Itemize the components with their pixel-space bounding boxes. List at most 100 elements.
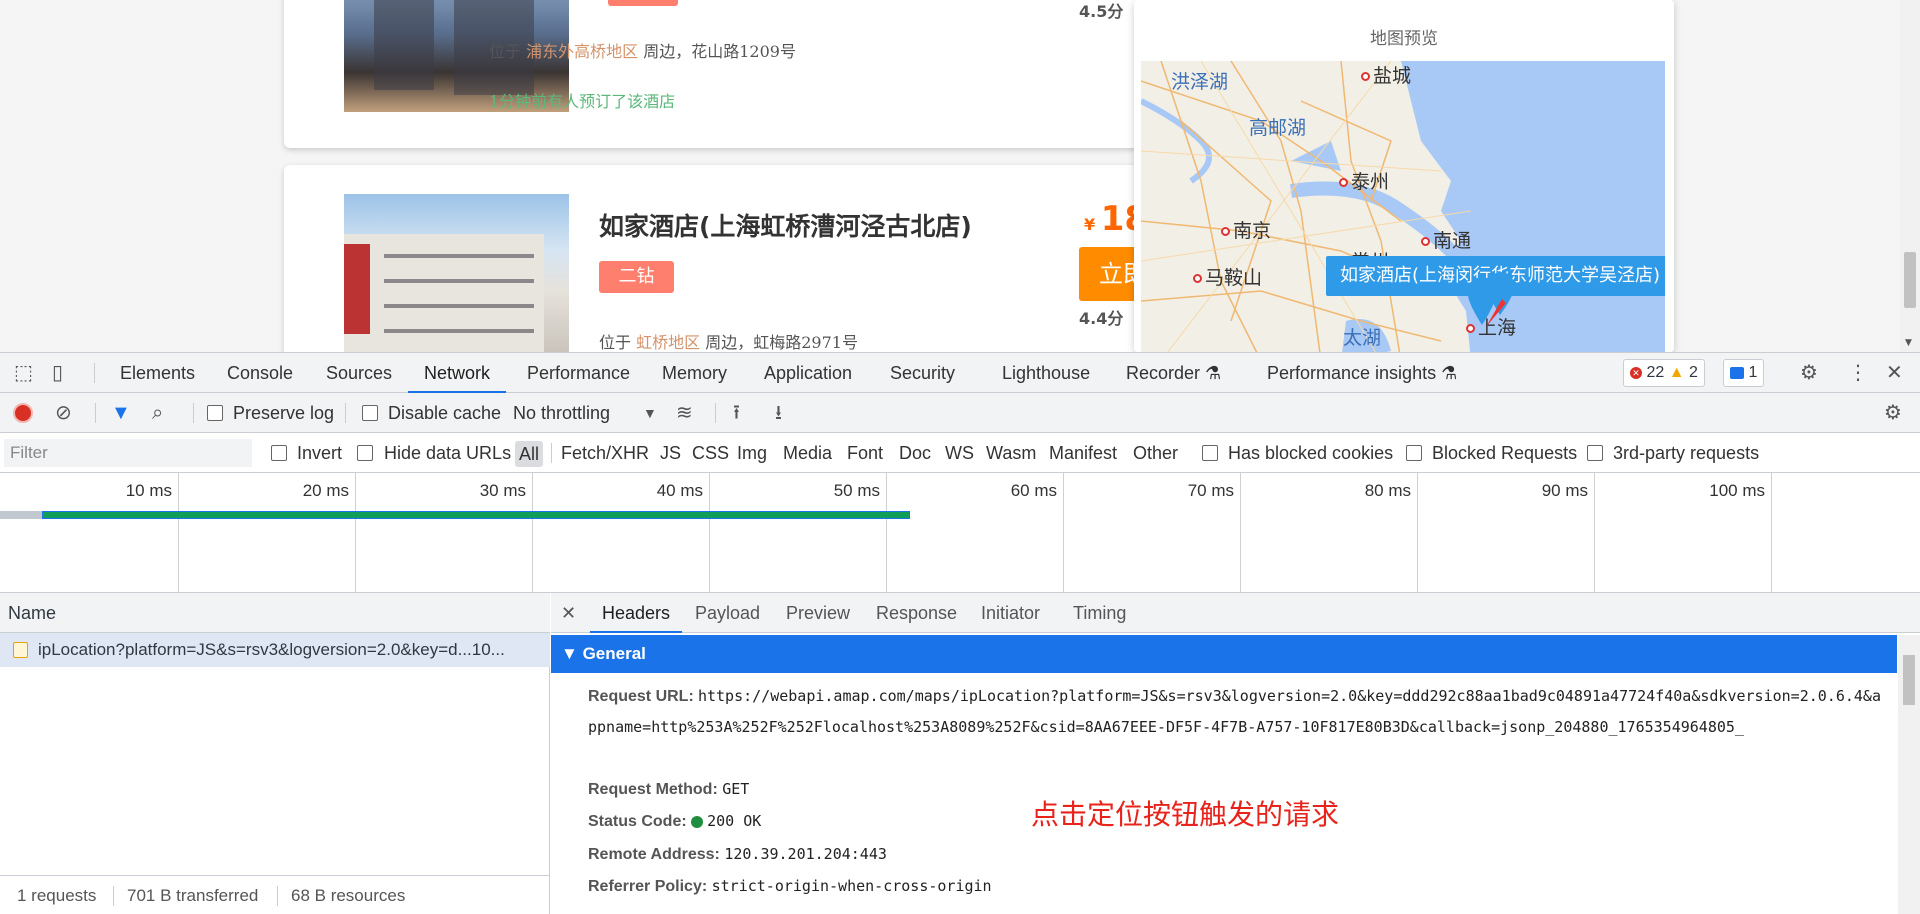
city-label: 南通 — [1421, 226, 1471, 253]
record-icon[interactable] — [13, 403, 33, 423]
invert-label[interactable]: Invert — [297, 433, 342, 473]
tab-console[interactable]: Console — [227, 353, 293, 393]
export-har-icon[interactable]: ⭳ — [775, 393, 782, 433]
filter-icon[interactable]: ▼ — [111, 393, 131, 433]
general-section-header[interactable]: ▼ General — [551, 635, 1897, 673]
hide-data-urls-label[interactable]: Hide data URLs — [384, 433, 511, 473]
filter-input[interactable]: Filter — [4, 439, 252, 467]
invert-checkbox[interactable] — [271, 445, 287, 461]
request-row[interactable]: ipLocation?platform=JS&s=rsv3&logversion… — [0, 633, 550, 667]
timeline-tick-label: 30 ms — [479, 481, 526, 500]
disable-cache-label[interactable]: Disable cache — [388, 393, 501, 433]
filter-type-manifest[interactable]: Manifest — [1049, 433, 1117, 473]
tab-preview[interactable]: Preview — [786, 593, 850, 633]
hotel-card[interactable]: 位于 浦东外高桥地区 周边，花山路1209号 1分钟前有人预订了该酒店 4.5分 — [284, 0, 1164, 148]
inspect-element-icon[interactable]: ⬚ — [14, 353, 33, 393]
tab-response[interactable]: Response — [876, 593, 957, 633]
timeline-overview[interactable]: 10 ms 20 ms 30 ms 40 ms 50 ms 60 ms 70 ms 80 ms… — [0, 473, 1920, 593]
blocked-requests-checkbox[interactable] — [1406, 445, 1422, 461]
device-toolbar-icon[interactable]: ▯ — [52, 353, 63, 393]
tab-security[interactable]: Security — [890, 353, 955, 393]
chevron-down-icon[interactable]: ▼ — [643, 393, 657, 433]
filter-type-img[interactable]: Img — [737, 433, 767, 473]
request-count: 1 requests — [17, 886, 97, 905]
filter-type-css[interactable]: CSS — [692, 433, 729, 473]
transferred-size: 701 B transferred — [127, 886, 259, 905]
web-page: 位于 浦东外高桥地区 周边，花山路1209号 1分钟前有人预订了该酒店 4.5分… — [0, 0, 1920, 352]
search-icon[interactable]: ⌕ — [152, 393, 163, 433]
requests-list: Name ipLocation?platform=JS&s=rsv3&logve… — [0, 593, 550, 914]
network-conditions-icon[interactable]: ≋ — [676, 393, 693, 433]
tab-network[interactable]: Network — [408, 353, 507, 393]
filter-type-ws[interactable]: WS — [945, 433, 974, 473]
hotel-name[interactable]: 如家酒店(上海虹桥漕河泾古北店) — [599, 207, 972, 243]
tab-payload[interactable]: Payload — [695, 593, 760, 633]
timeline-gridline — [532, 473, 533, 593]
clear-icon[interactable]: ⊘ — [55, 393, 72, 433]
tab-recorder[interactable]: Recorder ⚗ — [1126, 353, 1221, 393]
details-scrollbar[interactable] — [1898, 635, 1920, 914]
request-url-value: https://webapi.amap.com/maps/ipLocation?… — [588, 687, 1881, 736]
tab-initiator[interactable]: Initiator — [981, 593, 1040, 633]
tab-sources[interactable]: Sources — [326, 353, 392, 393]
map-marker-icon[interactable] — [1456, 255, 1536, 335]
preserve-log-label[interactable]: Preserve log — [233, 393, 334, 433]
hotel-card[interactable]: 如家酒店(上海虹桥漕河泾古北店) 二钻 位于 虹桥地区 周边，虹梅路2971号 … — [284, 165, 1164, 352]
hotel-address: 位于 浦东外高桥地区 周边，花山路1209号 — [489, 42, 796, 61]
tab-performance-insights[interactable]: Performance insights ⚗ — [1267, 353, 1457, 393]
tab-application[interactable]: Application — [764, 353, 852, 393]
tab-performance[interactable]: Performance — [527, 353, 630, 393]
filter-type-fetch-xhr[interactable]: Fetch/XHR — [561, 433, 649, 473]
timeline-gridline — [1594, 473, 1595, 593]
disable-cache-checkbox[interactable] — [362, 405, 378, 421]
timeline-gridline — [1240, 473, 1241, 593]
network-settings-gear-icon[interactable]: ⚙ — [1884, 393, 1902, 433]
scrollbar-thumb[interactable] — [1904, 252, 1916, 308]
scroll-down-icon[interactable]: ▼ — [1905, 338, 1912, 348]
third-party-label[interactable]: 3rd-party requests — [1613, 433, 1759, 473]
filter-type-media[interactable]: Media — [783, 433, 832, 473]
tab-elements[interactable]: Elements — [120, 353, 195, 393]
blocked-cookies-label[interactable]: Has blocked cookies — [1228, 433, 1393, 473]
timeline-tick-label: 90 ms — [1541, 481, 1588, 500]
filter-type-font[interactable]: Font — [847, 433, 883, 473]
tab-headers[interactable]: Headers — [590, 593, 683, 633]
hotel-image[interactable] — [344, 194, 569, 352]
filter-type-js[interactable]: JS — [660, 433, 681, 473]
filter-type-other[interactable]: Other — [1133, 433, 1178, 473]
third-party-checkbox[interactable] — [1587, 445, 1603, 461]
preserve-log-checkbox[interactable] — [207, 405, 223, 421]
map-title: 地图预览 — [1370, 29, 1438, 49]
blocked-cookies-checkbox[interactable] — [1202, 445, 1218, 461]
close-details-icon[interactable]: ✕ — [561, 593, 576, 633]
page-scrollbar[interactable]: ▼ — [1900, 0, 1920, 352]
messages-counter[interactable]: 1 — [1723, 359, 1765, 387]
tab-memory[interactable]: Memory — [662, 353, 727, 393]
timeline-gridline — [1417, 473, 1418, 593]
request-name: ipLocation?platform=JS&s=rsv3&logversion… — [38, 640, 505, 659]
hide-data-urls-checkbox[interactable] — [357, 445, 373, 461]
blocked-requests-label[interactable]: Blocked Requests — [1432, 433, 1577, 473]
map[interactable]: 洪泽湖 高邮湖 太湖 盐城 泰州 南京 南通 马鞍山 常州 上海 如家酒店(上海… — [1141, 61, 1665, 352]
filter-type-wasm[interactable]: Wasm — [986, 433, 1036, 473]
issues-counter[interactable]: ✕ 22 ▲ 2 — [1623, 359, 1705, 387]
city-label: 泰州 — [1339, 167, 1389, 194]
throttling-select[interactable]: No throttling — [513, 393, 610, 433]
tab-lighthouse[interactable]: Lighthouse — [1002, 353, 1090, 393]
timeline-tick-label: 70 ms — [1187, 481, 1234, 500]
settings-gear-icon[interactable]: ⚙ — [1800, 353, 1818, 393]
name-column-header[interactable]: Name — [0, 593, 550, 633]
timeline-gridline — [709, 473, 710, 593]
import-har-icon[interactable]: ⭱ — [733, 393, 740, 433]
close-icon[interactable]: ✕ — [1886, 353, 1903, 393]
scrollbar-thumb[interactable] — [1903, 655, 1915, 705]
filter-type-doc[interactable]: Doc — [899, 433, 931, 473]
city-label: 盐城 — [1361, 61, 1411, 88]
filter-type-all[interactable]: All — [515, 441, 544, 467]
more-options-icon[interactable]: ⋮ — [1848, 353, 1868, 393]
area-link[interactable]: 虹桥地区 — [636, 333, 700, 352]
area-link[interactable]: 浦东外高桥地区 — [526, 42, 638, 61]
tab-timing[interactable]: Timing — [1073, 593, 1126, 633]
timeline-tick-label: 100 ms — [1709, 481, 1765, 500]
request-details: ✕ Headers Payload Preview Response Initi… — [551, 593, 1920, 914]
